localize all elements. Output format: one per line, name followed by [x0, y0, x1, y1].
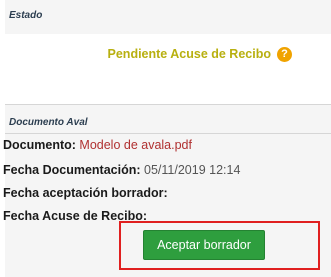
fecha-aceptacion-label: Fecha aceptación borrador: [3, 186, 168, 200]
status-row: Pendiente Acuse de Recibo ? [5, 34, 331, 94]
fecha-documentacion-label: Fecha Documentación: [3, 163, 141, 177]
fecha-documentacion-row: Fecha Documentación: 05/11/2019 12:14 [3, 163, 240, 177]
estado-title: Estado [9, 10, 43, 21]
documento-row: Documento: Modelo de avala.pdf [3, 138, 192, 152]
question-circle-icon[interactable]: ? [277, 47, 292, 62]
status-text: Pendiente Acuse de Recibo [107, 47, 271, 61]
documento-label: Documento: [3, 138, 76, 152]
documento-aval-header: Documento Aval [5, 105, 331, 134]
fecha-documentacion-value: 05/11/2019 12:14 [144, 163, 241, 177]
estado-section-header: Estado [5, 0, 331, 35]
documento-aval-title: Documento Aval [9, 117, 88, 128]
accept-draft-button[interactable]: Aceptar borrador [143, 230, 265, 260]
fecha-aceptacion-row: Fecha aceptación borrador: [3, 186, 168, 200]
documento-link[interactable]: Modelo de avala.pdf [79, 138, 192, 152]
